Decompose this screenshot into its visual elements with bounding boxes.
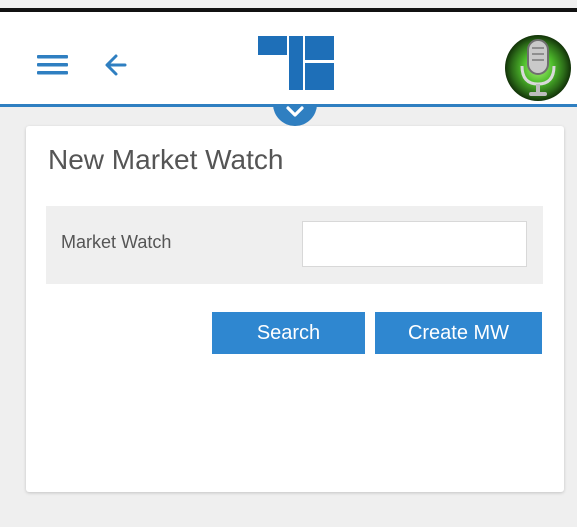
arrow-left-icon[interactable] — [103, 53, 129, 77]
microphone-avatar-icon[interactable] — [504, 28, 576, 106]
hamburger-menu-icon[interactable] — [37, 55, 68, 75]
search-button[interactable]: Search — [212, 312, 365, 354]
new-market-watch-card: New Market Watch Market Watch Search Cre… — [26, 126, 564, 492]
market-watch-input[interactable] — [302, 221, 527, 267]
page-title: New Market Watch — [48, 144, 284, 175]
brand-logo-icon — [258, 36, 334, 92]
app-frame: New Market Watch Market Watch Search Cre… — [0, 0, 577, 527]
chevron-down-icon[interactable] — [273, 98, 317, 128]
market-watch-field-row: Market Watch — [46, 206, 543, 284]
market-watch-label: Market Watch — [61, 232, 172, 252]
create-mw-button[interactable]: Create MW — [375, 312, 542, 354]
